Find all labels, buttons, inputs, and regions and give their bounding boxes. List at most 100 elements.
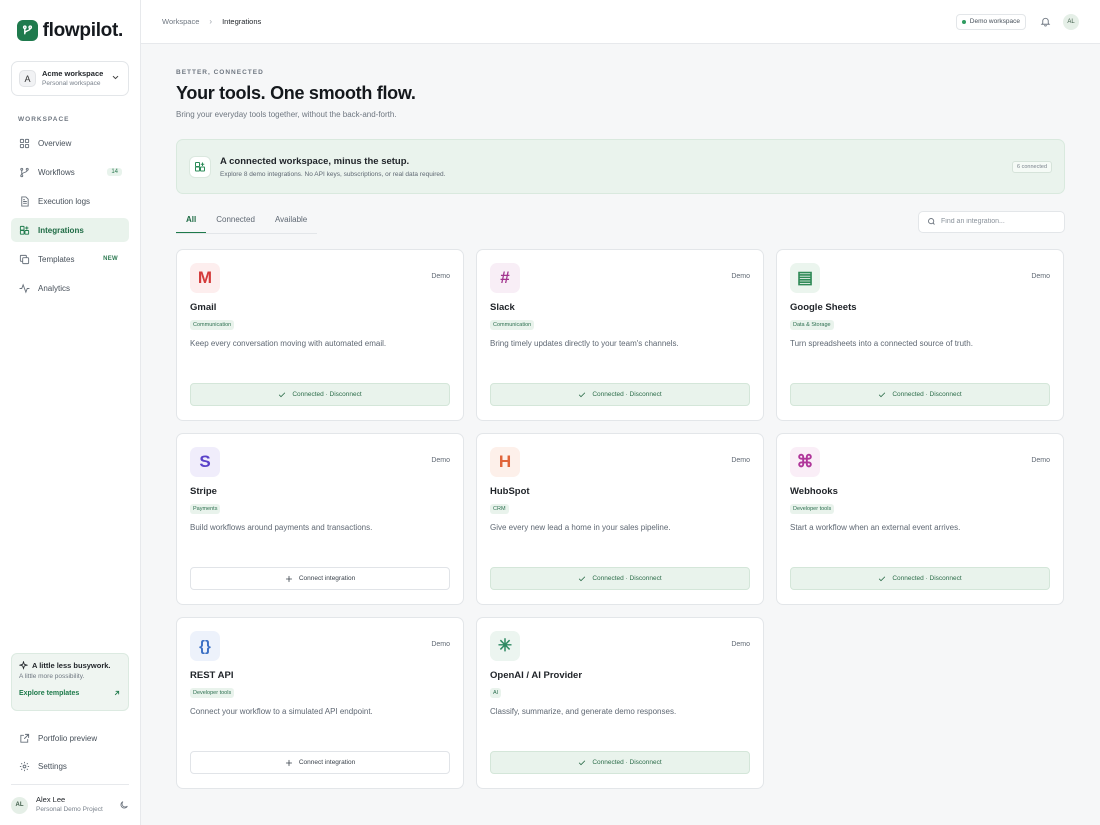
- category-badge: Developer tools: [190, 688, 235, 698]
- workspace-avatar: A: [19, 70, 36, 87]
- sidebar: flowpilot. A Acme workspace Personal wor…: [0, 0, 141, 825]
- integration-description: Connect your workflow to a simulated API…: [190, 707, 373, 716]
- connected-count-badge: 6 connected: [1012, 160, 1052, 173]
- chevron-down-icon: [111, 73, 120, 84]
- sidebar-item-portfolio-preview[interactable]: Portfolio preview: [11, 726, 129, 750]
- stripe-logo-icon: S: [190, 447, 220, 477]
- action-label: Connected · Disconnect: [592, 575, 662, 582]
- banner-title: A connected workspace, minus the setup.: [220, 155, 410, 167]
- breadcrumb: Workspace › Integrations: [162, 17, 261, 26]
- sidebar-item-execution-logs[interactable]: Execution logs: [11, 189, 129, 213]
- demo-tag: Demo: [731, 457, 750, 464]
- integration-description: Turn spreadsheets into a connected sourc…: [790, 339, 973, 348]
- action-label: Connected · Disconnect: [592, 391, 662, 398]
- action-label: Connected · Disconnect: [892, 391, 962, 398]
- sidebar-item-overview[interactable]: Overview: [11, 131, 129, 155]
- action-label: Connected · Disconnect: [292, 391, 362, 398]
- puzzle-icon: [189, 155, 211, 178]
- plus-icon: [285, 575, 293, 583]
- sidebar-item-settings[interactable]: Settings: [11, 754, 129, 778]
- disconnect-button[interactable]: Connected · Disconnect: [490, 567, 750, 590]
- page-subtitle: Bring your everyday tools together, with…: [176, 110, 397, 119]
- grid-icon: [18, 137, 30, 149]
- integration-card-slack[interactable]: # Demo Slack Communication Bring timely …: [476, 249, 764, 421]
- tab-connected[interactable]: Connected: [206, 215, 265, 233]
- integration-description: Build workflows around payments and tran…: [190, 523, 373, 532]
- sparkle-icon: [19, 661, 28, 670]
- action-label: Connect integration: [298, 575, 356, 582]
- sidebar-item-analytics[interactable]: Analytics: [11, 276, 129, 300]
- connect-integration-button[interactable]: Connect integration: [190, 751, 450, 774]
- page-title: Your tools. One smooth flow.: [176, 83, 416, 103]
- demo-tag: Demo: [431, 457, 450, 464]
- integration-name: Webhooks: [790, 486, 838, 497]
- user-subtitle: Personal Demo Project: [36, 806, 103, 813]
- integration-name: Gmail: [190, 302, 217, 313]
- sidebar-nav: Overview Workflows 14 Execution logs Int…: [0, 131, 140, 305]
- external-link-icon: [18, 732, 30, 744]
- workspace-name: Acme workspace: [42, 68, 104, 78]
- integration-card-hubspot[interactable]: H Demo HubSpot CRM Give every new lead a…: [476, 433, 764, 605]
- sidebar-item-label: Portfolio preview: [38, 733, 98, 743]
- integration-card-webhooks[interactable]: ⌘ Demo Webhooks Developer tools Start a …: [776, 433, 1064, 605]
- workspace-switcher[interactable]: A Acme workspace Personal workspace: [11, 61, 129, 96]
- activity-icon: [18, 282, 30, 294]
- sidebar-item-workflows[interactable]: Workflows 14: [11, 160, 129, 184]
- brand-name: flowpilot.: [42, 19, 124, 41]
- breadcrumb-workspace[interactable]: Workspace: [162, 17, 199, 26]
- google-sheets-logo-icon: ▤: [790, 263, 820, 293]
- disconnect-button[interactable]: Connected · Disconnect: [190, 383, 450, 406]
- check-icon: [578, 391, 586, 399]
- category-badge: CRM: [490, 504, 509, 514]
- slack-logo-icon: #: [490, 263, 520, 293]
- integration-description: Start a workflow when an external event …: [790, 523, 961, 532]
- integration-card-stripe[interactable]: S Demo Stripe Payments Build workflows a…: [176, 433, 464, 605]
- demo-tag: Demo: [731, 273, 750, 280]
- arrow-up-right-icon: [113, 689, 121, 697]
- document-icon: [18, 195, 30, 207]
- puzzle-icon: [18, 224, 30, 236]
- workspace-subtitle: Personal workspace: [42, 79, 101, 87]
- sidebar-item-integrations[interactable]: Integrations: [11, 218, 129, 242]
- bell-icon[interactable]: [1040, 16, 1051, 27]
- integration-name: REST API: [190, 670, 234, 681]
- connect-integration-button[interactable]: Connect integration: [190, 567, 450, 590]
- check-icon: [878, 391, 886, 399]
- disconnect-button[interactable]: Connected · Disconnect: [790, 567, 1050, 590]
- gear-icon: [18, 760, 30, 772]
- integration-description: Keep every conversation moving with auto…: [190, 339, 387, 348]
- sidebar-item-templates[interactable]: Templates NEW: [11, 247, 129, 271]
- workspace-pill-label: Demo workspace: [969, 18, 1020, 25]
- category-badge: Communication: [190, 320, 235, 330]
- avatar[interactable]: AL: [1063, 13, 1079, 30]
- category-badge: Data & Storage: [790, 320, 834, 330]
- disconnect-button[interactable]: Connected · Disconnect: [490, 751, 750, 774]
- gmail-logo-icon: M: [190, 263, 220, 293]
- tab-all[interactable]: All: [176, 215, 207, 233]
- integration-name: HubSpot: [490, 486, 530, 497]
- explore-templates-link[interactable]: Explore templates: [19, 689, 121, 697]
- status-dot-icon: [961, 19, 966, 24]
- integration-name: Stripe: [190, 486, 217, 497]
- user-profile[interactable]: AL Alex Lee Personal Demo Project: [11, 784, 129, 815]
- disconnect-button[interactable]: Connected · Disconnect: [490, 383, 750, 406]
- moon-icon[interactable]: [119, 800, 129, 810]
- integration-card-openai-ai-provider[interactable]: ✳ Demo OpenAI / AI Provider AI Classify,…: [476, 617, 764, 789]
- disconnect-button[interactable]: Connected · Disconnect: [790, 383, 1050, 406]
- search-input[interactable]: [941, 218, 1051, 225]
- sidebar-item-label: Overview: [38, 138, 72, 148]
- workspace-status-pill[interactable]: Demo workspace: [955, 13, 1026, 30]
- brand-logo[interactable]: flowpilot.: [0, 0, 140, 44]
- integration-card-google-sheets[interactable]: ▤ Demo Google Sheets Data & Storage Turn…: [776, 249, 1064, 421]
- integration-description: Give every new lead a home in your sales…: [490, 523, 671, 532]
- plus-icon: [285, 759, 293, 767]
- sidebar-item-label: Integrations: [38, 225, 84, 235]
- integration-name: OpenAI / AI Provider: [490, 670, 583, 681]
- breadcrumb-integrations: Integrations: [222, 17, 262, 26]
- integration-card-rest-api[interactable]: {} Demo REST API Developer tools Connect…: [176, 617, 464, 789]
- integration-card-gmail[interactable]: M Demo Gmail Communication Keep every co…: [176, 249, 464, 421]
- action-label: Connect integration: [298, 759, 356, 766]
- promo-title: A little less busywork.: [32, 661, 111, 670]
- tab-available[interactable]: Available: [265, 215, 317, 233]
- category-badge: AI: [490, 688, 502, 698]
